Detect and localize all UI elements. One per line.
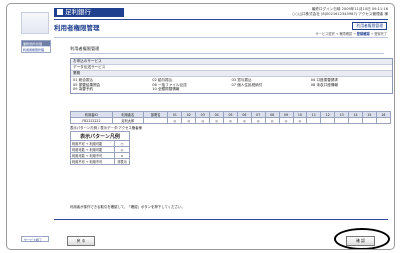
- page-badge: 利用者権限管理: [352, 22, 387, 30]
- cell-perm: [348, 117, 363, 124]
- cell-perm: ◎: [223, 117, 238, 124]
- service-item: 09 為替予約: [73, 87, 94, 92]
- footer-divider: [54, 219, 388, 220]
- step-3-active: 登録確認: [356, 32, 370, 36]
- cell-perm: ◎: [250, 117, 266, 124]
- step-2: 権限確認: [339, 32, 353, 36]
- table-row: FB2222222 足利太郎 ◎ ◎ ◎ ◎ ◎ ◎ ◎ ◎ ◎ ◎: [70, 117, 392, 124]
- cell-perm: ◎: [292, 117, 308, 124]
- service-item: 10 全銀振替情報: [152, 87, 180, 92]
- logo-text: 足利銀行: [65, 8, 91, 16]
- cell-perm: [306, 117, 322, 124]
- cell-perm: ◎: [167, 117, 183, 124]
- legend-label: 利用不可 → 利用不可: [70, 158, 115, 165]
- cell-perm: [361, 117, 377, 124]
- subheader-divider: [54, 37, 388, 38]
- step-4: 登録完了: [374, 32, 387, 36]
- service-list: 01 総合振込 02 給与振込 03 賞与振込 04 口座振替請求 05 振替結…: [71, 77, 392, 93]
- legend-row: 利用不可 → 利用不可 非表示: [70, 158, 130, 165]
- user-name: ○○山口株式会社 (8)0021612345987) アクセス管理者 様: [291, 12, 388, 16]
- step-indicator: サービス選択 → 権限確認 → 登録確認 → 登録完了: [315, 32, 387, 36]
- section-divider: [70, 53, 384, 54]
- cell-perm: ◎: [278, 117, 294, 124]
- service-item: 07 個人住民税納付: [231, 82, 263, 87]
- legend-table: 表示パターン凡例 利用不可 → 利用可能 ○ 利用可能 → 利用可能 ◎ 利用可能 …: [70, 131, 130, 165]
- sidebar-banner: [21, 12, 49, 34]
- sidebar-item-user-permission[interactable]: 利用者権限管理: [22, 46, 50, 52]
- legend-title: 表示パターン凡例: [70, 131, 130, 140]
- cell-department: [142, 117, 169, 124]
- cell-perm: ◎: [195, 117, 211, 124]
- legend-symbol: 非表示: [114, 158, 130, 165]
- cell-perm: ◎: [209, 117, 225, 124]
- service-box: お申込のサービス データ伝送サービス 業務 01 総合振込 02 給与振込 03…: [70, 58, 393, 94]
- highlight-circle: [334, 228, 390, 249]
- cell-perm: ◎: [236, 117, 252, 124]
- app-window: 足利銀行 最終ログイン日時 2009年11月10日 09:11:16 ○○山口株…: [6, 3, 395, 250]
- permission-table: 利用者ID 利用者名 部署名 01 02 03 04 05 06 07 08 0…: [70, 111, 392, 124]
- page-title: 利用者権限管理: [54, 24, 100, 32]
- bank-mark-icon: [57, 9, 63, 15]
- sidebar-menu: 業務選択/管理 利用者権限管理: [21, 40, 51, 53]
- cell-perm: ◎: [264, 117, 280, 124]
- step-1: サービス選択: [315, 32, 335, 36]
- bank-logo: 足利銀行: [54, 8, 124, 17]
- instruction-text: 利用者が操作できる取引を確認して、「確認」ボタンを押下してください。: [70, 205, 185, 209]
- cell-perm: ◎: [181, 117, 197, 124]
- cell-user-name: 足利太郎: [111, 117, 144, 124]
- section-title: 利用者権限管理: [70, 46, 100, 51]
- cell-perm: [320, 117, 336, 124]
- table-note: 表示パターン凡例 / 表示データ:アクセス権者様: [70, 126, 142, 130]
- cell-perm: [375, 117, 392, 124]
- service-item: 08 未収口座情報: [310, 82, 339, 87]
- user-info: 最終ログイン日時 2009年11月10日 09:11:16 ○○山口株式会社 (…: [292, 7, 388, 17]
- cell-user-id: FB2222222: [70, 117, 113, 124]
- cell-perm: [334, 117, 350, 124]
- back-button[interactable]: 戻 る: [67, 236, 95, 246]
- header-divider: [54, 19, 388, 20]
- service-exit-link[interactable]: サービス終了: [21, 236, 49, 242]
